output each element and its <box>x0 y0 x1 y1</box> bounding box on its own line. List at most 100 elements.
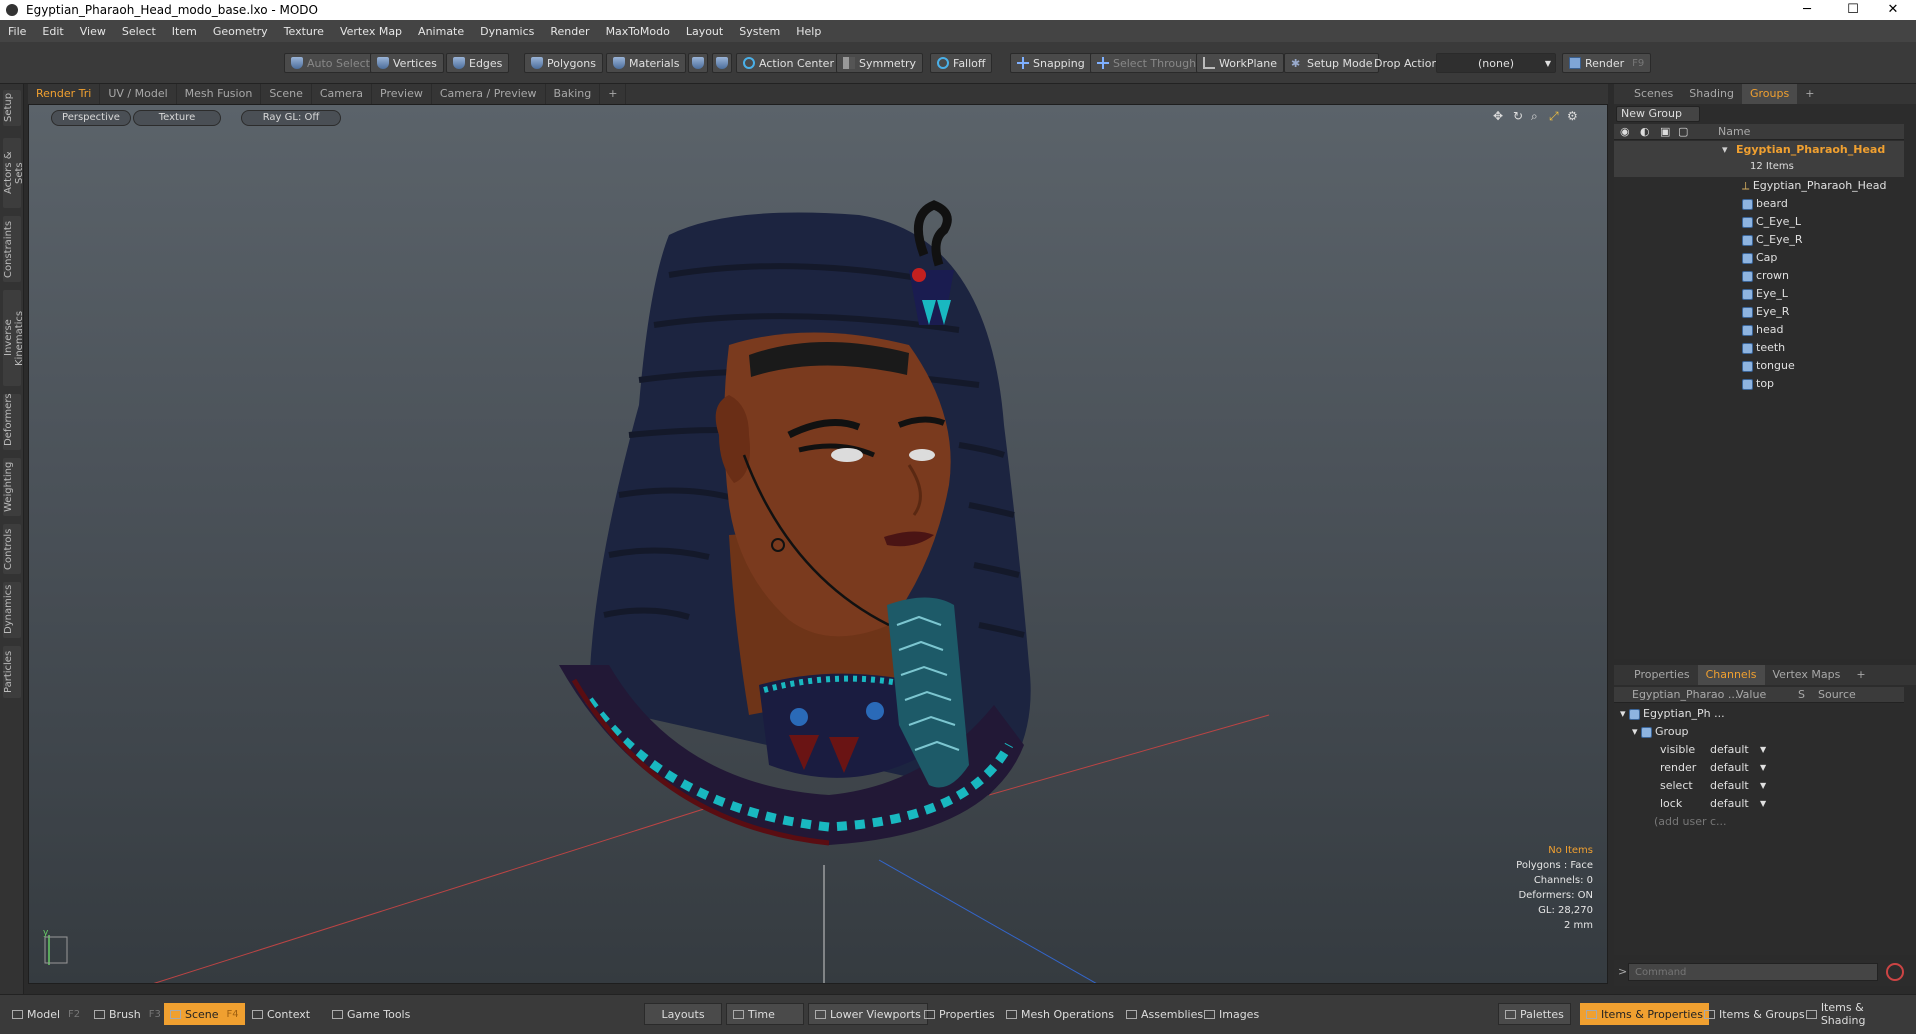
list-item[interactable]: Eye_R <box>1614 303 1904 321</box>
list-item[interactable]: teeth <box>1614 339 1904 357</box>
tab-inverse-kinematics[interactable]: Inverse Kinematics <box>3 290 25 386</box>
tab-scene[interactable]: Scene <box>261 84 312 104</box>
items-shading-tab[interactable]: Items & Shading <box>1800 1001 1916 1027</box>
time-button[interactable]: Time <box>726 1003 804 1025</box>
mesh-operations-button[interactable]: Mesh Operations <box>1000 1003 1120 1025</box>
list-item[interactable]: ⟂ Egyptian_Pharaoh_Head <box>1614 177 1904 195</box>
tab-vertex-maps[interactable]: Vertex Maps <box>1765 665 1849 685</box>
tab-camera-preview[interactable]: Camera / Preview <box>432 84 546 104</box>
channel-root-row[interactable]: ▾ Egyptian_Ph ... <box>1614 705 1904 723</box>
3d-viewport[interactable]: Perspective Texture Ray GL: Off ✥ ↻ ⌕ ⤢ … <box>28 104 1608 984</box>
falloff-button[interactable]: Falloff <box>930 53 993 73</box>
action-center-button[interactable]: Action Center <box>736 53 841 73</box>
dropdown-arrow-icon[interactable]: ▼ <box>1760 795 1766 813</box>
minimize-button[interactable]: ─ <box>1784 0 1830 20</box>
tab-camera[interactable]: Camera <box>312 84 373 104</box>
list-item[interactable]: C_Eye_L <box>1614 213 1904 231</box>
list-item[interactable]: head <box>1614 321 1904 339</box>
tab-actors-sets[interactable]: Actors & Sets <box>3 138 25 208</box>
render-button[interactable]: Render F9 <box>1562 53 1652 73</box>
assemblies-button[interactable]: Assemblies <box>1120 1003 1209 1025</box>
expand-icon[interactable]: ▾ <box>1632 725 1638 738</box>
menu-render[interactable]: Render <box>542 25 597 38</box>
auto-select-button[interactable]: Auto Select <box>284 53 377 73</box>
layouts-button[interactable]: Layouts <box>644 1003 722 1025</box>
drop-action-select[interactable]: (none) ▼ <box>1436 53 1556 73</box>
menu-vertex-map[interactable]: Vertex Map <box>332 25 410 38</box>
dropdown-arrow-icon[interactable]: ▼ <box>1760 777 1766 795</box>
model-tab[interactable]: Model F2 <box>6 1003 86 1025</box>
menu-layout[interactable]: Layout <box>678 25 731 38</box>
menu-geometry[interactable]: Geometry <box>205 25 276 38</box>
menu-view[interactable]: View <box>72 25 114 38</box>
list-item[interactable]: beard <box>1614 195 1904 213</box>
tab-weighting[interactable]: Weighting <box>3 458 21 516</box>
properties-button[interactable]: Properties <box>918 1003 1001 1025</box>
channel-group-row[interactable]: ▾ Group <box>1614 723 1904 741</box>
select-mode-button-2[interactable] <box>712 53 732 73</box>
tab-preview[interactable]: Preview <box>372 84 432 104</box>
setup-mode-button[interactable]: ✱ Setup Mode <box>1284 53 1380 73</box>
expand-icon[interactable]: ▾ <box>1620 707 1626 720</box>
add-panel-tab-button[interactable]: + <box>1848 665 1873 685</box>
palettes-button[interactable]: Palettes <box>1498 1003 1571 1025</box>
list-item[interactable]: tongue <box>1614 357 1904 375</box>
tab-uv-model[interactable]: UV / Model <box>100 84 177 104</box>
tab-deformers[interactable]: Deformers <box>3 393 21 450</box>
polygons-button[interactable]: Polygons <box>524 53 603 73</box>
channel-row[interactable]: render default ▼ <box>1614 759 1904 777</box>
tab-channels[interactable]: Channels <box>1697 665 1765 685</box>
command-input[interactable] <box>1628 963 1878 981</box>
tab-mesh-fusion[interactable]: Mesh Fusion <box>177 84 262 104</box>
menu-system[interactable]: System <box>731 25 788 38</box>
select-through-button[interactable]: Select Through <box>1090 53 1204 73</box>
close-button[interactable]: ✕ <box>1870 0 1916 20</box>
items-properties-tab[interactable]: Items & Properties <box>1580 1003 1709 1025</box>
tab-dynamics[interactable]: Dynamics <box>3 582 21 638</box>
items-groups-tab[interactable]: Items & Groups <box>1698 1003 1811 1025</box>
symmetry-button[interactable]: Symmetry <box>836 53 924 73</box>
snapping-button[interactable]: Snapping <box>1010 53 1092 73</box>
tab-baking[interactable]: Baking <box>546 84 601 104</box>
scene-tab[interactable]: Scene F4 <box>164 1003 245 1025</box>
tab-setup[interactable]: Setup <box>3 90 21 126</box>
menu-select[interactable]: Select <box>114 25 164 38</box>
dropdown-arrow-icon[interactable]: ▼ <box>1760 741 1766 759</box>
tab-particles[interactable]: Particles <box>3 646 21 698</box>
add-user-channel-row[interactable]: (add user c... <box>1614 813 1904 831</box>
list-item[interactable]: Cap <box>1614 249 1904 267</box>
select-mode-button-1[interactable] <box>688 53 708 73</box>
tab-render-tri[interactable]: Render Tri <box>28 84 101 104</box>
list-item[interactable]: Eye_L <box>1614 285 1904 303</box>
list-item[interactable]: top <box>1614 375 1904 393</box>
menu-item[interactable]: Item <box>164 25 205 38</box>
dropdown-arrow-icon[interactable]: ▼ <box>1760 759 1766 777</box>
tab-properties[interactable]: Properties <box>1626 665 1698 685</box>
menu-maxtomodo[interactable]: MaxToModo <box>598 25 678 38</box>
menu-file[interactable]: File <box>0 25 34 38</box>
list-item[interactable]: crown <box>1614 267 1904 285</box>
vertices-button[interactable]: Vertices <box>370 53 444 73</box>
menu-animate[interactable]: Animate <box>410 25 472 38</box>
tab-constraints[interactable]: Constraints <box>3 216 21 282</box>
group-expand-icon[interactable]: ▾ <box>1722 143 1728 156</box>
lower-viewports-button[interactable]: Lower Viewports <box>808 1003 928 1025</box>
brush-tab[interactable]: Brush F3 <box>88 1003 167 1025</box>
context-tab[interactable]: Context <box>246 1003 316 1025</box>
group-row[interactable]: ▾ Egyptian_Pharaoh_Head 12 Items <box>1614 141 1904 177</box>
list-item[interactable]: C_Eye_R <box>1614 231 1904 249</box>
tab-groups[interactable]: Groups <box>1741 84 1798 104</box>
channel-row[interactable]: visible default ▼ <box>1614 741 1904 759</box>
menu-help[interactable]: Help <box>788 25 829 38</box>
new-group-button[interactable]: New Group <box>1616 106 1700 122</box>
materials-button[interactable]: Materials <box>606 53 687 73</box>
tab-scenes[interactable]: Scenes <box>1626 84 1681 104</box>
workplane-button[interactable]: WorkPlane <box>1196 53 1285 73</box>
menu-edit[interactable]: Edit <box>34 25 71 38</box>
channel-row[interactable]: select default ▼ <box>1614 777 1904 795</box>
game-tools-tab[interactable]: Game Tools <box>326 1003 416 1025</box>
edges-button[interactable]: Edges <box>446 53 510 73</box>
record-icon[interactable] <box>1886 963 1904 981</box>
add-tab-button[interactable]: + <box>600 84 627 104</box>
tab-controls[interactable]: Controls <box>3 524 21 574</box>
